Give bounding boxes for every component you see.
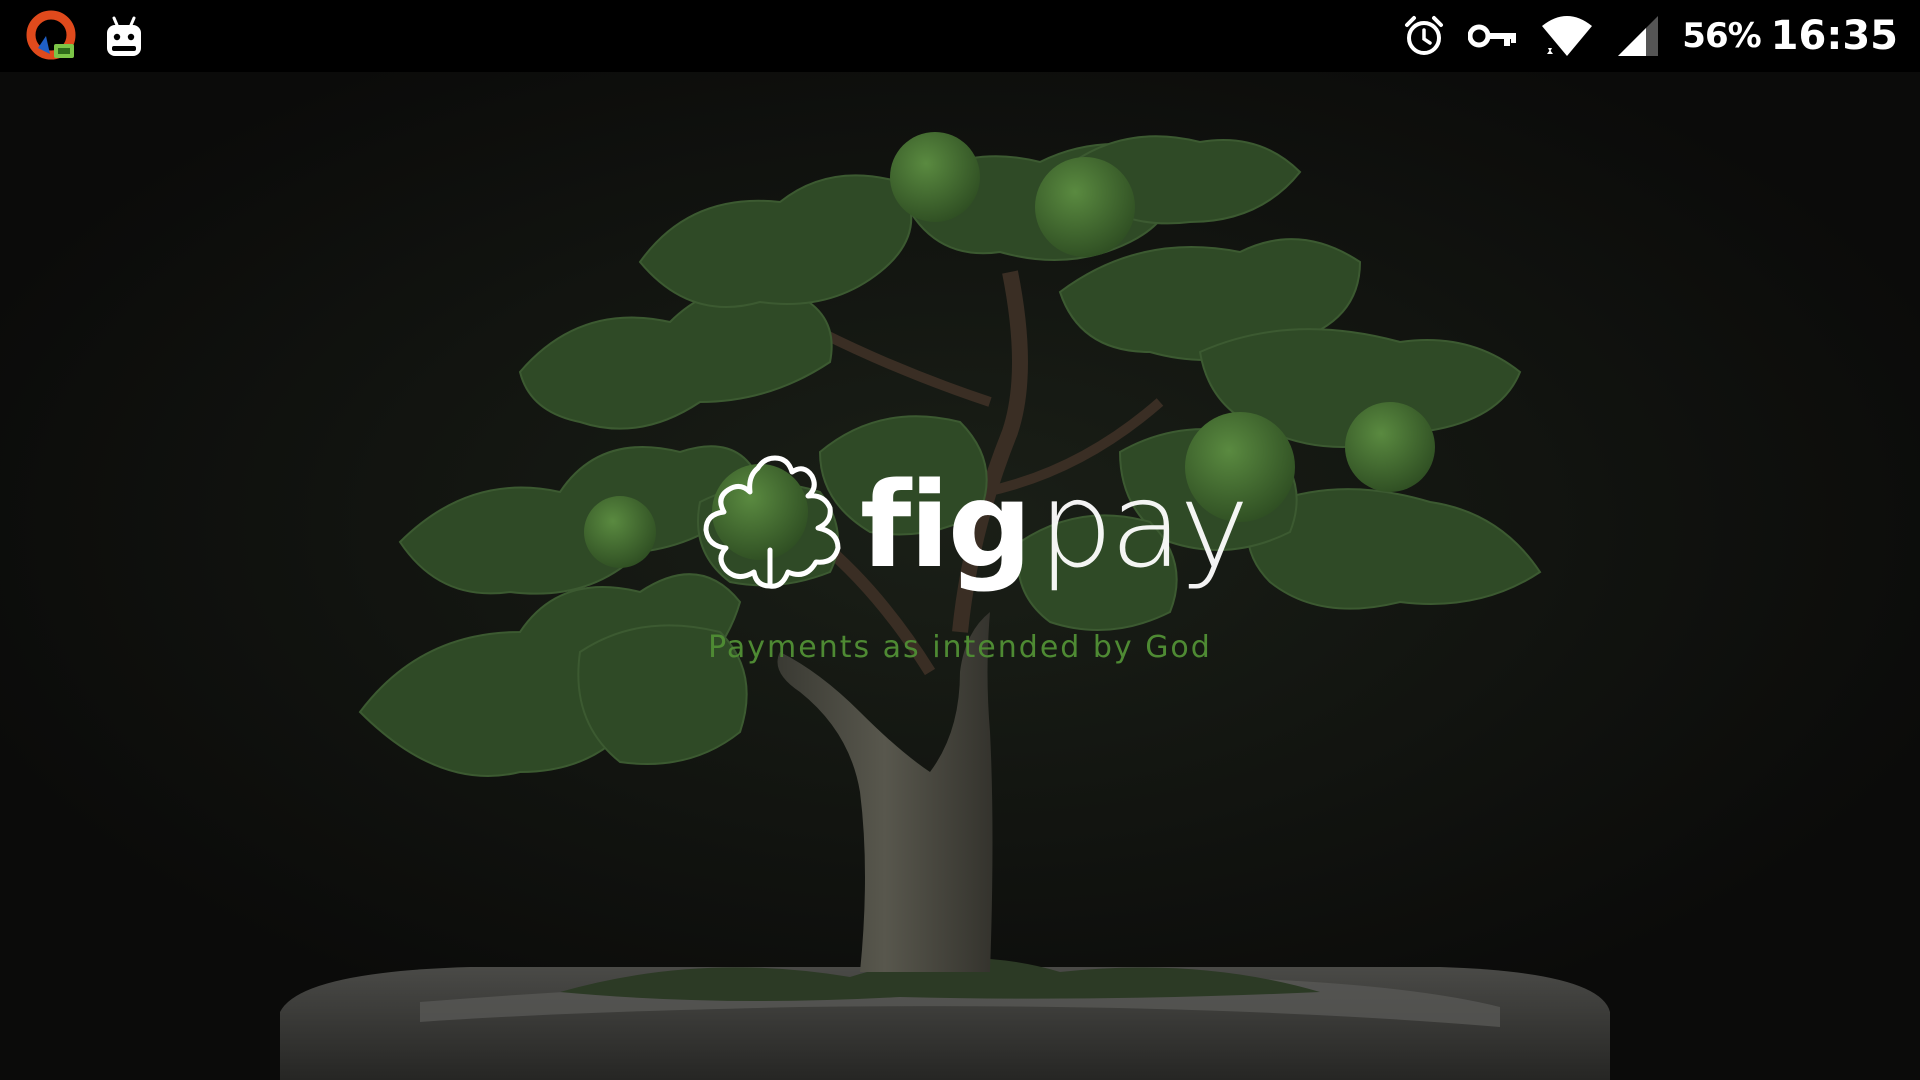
clock-time: 16:35: [1770, 13, 1898, 59]
system-icons: 56% 16:35: [1402, 0, 1898, 72]
brand-name-light: pay: [1038, 456, 1249, 594]
splash-screen: 56% 16:35 fig pay Payments as intended b…: [0, 0, 1920, 1080]
fig-leaf-icon: [700, 450, 850, 600]
notification-icons: [26, 10, 144, 64]
status-bar: 56% 16:35: [0, 0, 1920, 72]
android-robot-icon: [104, 14, 144, 60]
alarm-clock-icon: [1402, 14, 1446, 58]
figpay-logo: fig pay: [700, 450, 1249, 610]
wifi-icon: [1540, 14, 1594, 58]
brand-name-bold: fig: [860, 456, 1032, 594]
vpn-key-icon: [1468, 21, 1518, 51]
cell-signal-icon: [1616, 14, 1660, 58]
brand-wordmark: fig pay: [860, 450, 1249, 600]
tagline: Payments as intended by God: [708, 630, 1212, 665]
opera-vpn-app-icon: [26, 10, 80, 64]
battery-percentage: 56%: [1682, 16, 1761, 56]
